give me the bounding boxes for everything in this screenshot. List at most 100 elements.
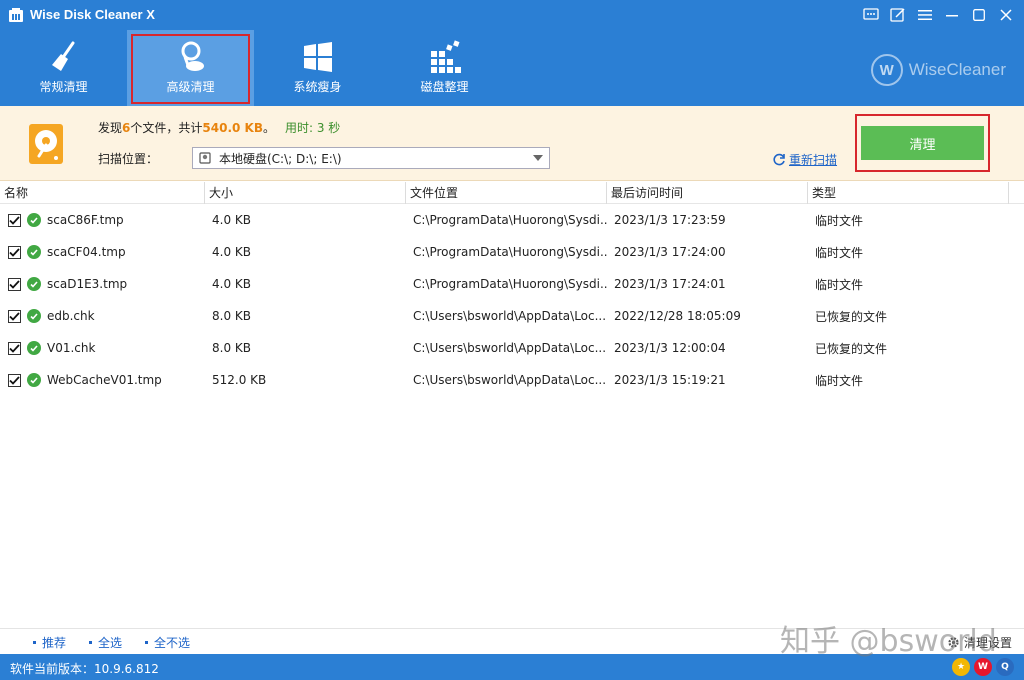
rescan-label: 重新扫描 — [789, 153, 838, 167]
scan-location-value: 本地硬盘(C:\; D:\; E:\) — [219, 151, 342, 166]
cell-name: scaD1E3.tmp — [0, 277, 205, 291]
window-controls — [861, 5, 1016, 25]
file-name: scaC86F.tmp — [47, 213, 124, 227]
file-location: C:\ProgramData\Huorong\Sysdi... — [413, 277, 607, 291]
file-name: edb.chk — [47, 309, 95, 323]
check-circle-icon — [27, 309, 41, 323]
row-checkbox[interactable] — [8, 373, 21, 387]
maximize-icon[interactable] — [969, 5, 989, 25]
recommend-link[interactable]: 推荐 — [33, 634, 66, 651]
scan-location-select[interactable]: 本地硬盘(C:\; D:\; E:\) — [192, 147, 550, 169]
windows-icon — [303, 42, 332, 72]
column-header-name[interactable]: 名称 — [0, 182, 205, 204]
file-size: 4.0 KB — [212, 213, 251, 227]
check-circle-icon — [27, 213, 41, 227]
tab-label: 高级清理 — [166, 80, 215, 94]
chevron-down-icon — [533, 155, 543, 161]
column-header-size[interactable]: 大小 — [205, 182, 406, 204]
table-row[interactable]: scaC86F.tmp 4.0 KB C:\ProgramData\Huoron… — [0, 204, 1024, 236]
clean-button-highlight: 清理 — [855, 114, 990, 172]
social-icons: ★ W Q — [952, 658, 1014, 676]
check-circle-icon — [27, 341, 41, 355]
recommend-label: 推荐 — [42, 636, 67, 650]
table-row[interactable]: WebCacheV01.tmp 512.0 KB C:\Users\bsworl… — [0, 364, 1024, 396]
file-type: 临时文件 — [815, 213, 864, 228]
check-circle-icon — [27, 277, 41, 291]
vacuum-icon — [181, 41, 204, 71]
file-accessed: 2023/1/3 17:24:01 — [614, 277, 726, 291]
file-name: V01.chk — [47, 341, 96, 355]
table-row[interactable]: scaD1E3.tmp 4.0 KB C:\ProgramData\Huoron… — [0, 268, 1024, 300]
tab-defrag[interactable]: 磁盘整理 — [381, 30, 508, 106]
time-used: 用时: 3 秒 — [285, 121, 341, 135]
check-circle-icon — [27, 373, 41, 387]
cell-name: edb.chk — [0, 309, 205, 323]
star-icon[interactable]: ★ — [952, 658, 970, 676]
cell-name: WebCacheV01.tmp — [0, 373, 205, 387]
app-title: Wise Disk Cleaner X — [30, 7, 155, 22]
tab-system-slim[interactable]: 系统瘦身 — [254, 30, 381, 106]
file-location: C:\Users\bsworld\AppData\Loc... — [413, 373, 607, 387]
cell-name: scaCF04.tmp — [0, 245, 205, 259]
files-text: 个文件，共计 — [130, 121, 203, 135]
clean-button[interactable]: 清理 — [861, 126, 984, 160]
file-type: 已恢复的文件 — [815, 309, 888, 324]
scan-summary-panel: 发现 6 个文件，共计 540.0 KB 。 用时: 3 秒 扫描位置： 本地硬… — [0, 106, 1024, 181]
found-prefix: 发现 — [98, 121, 123, 135]
file-name: WebCacheV01.tmp — [47, 373, 162, 387]
select-all-link[interactable]: 全选 — [89, 634, 122, 651]
row-checkbox[interactable] — [8, 213, 21, 227]
file-location: C:\Users\bsworld\AppData\Loc... — [413, 309, 607, 323]
close-icon[interactable] — [996, 5, 1016, 25]
file-type: 临时文件 — [815, 277, 864, 292]
app-logo-icon — [9, 8, 23, 22]
brand-name: WiseCleaner — [908, 60, 1006, 79]
tab-label: 系统瘦身 — [293, 80, 342, 94]
file-list: scaC86F.tmp 4.0 KB C:\ProgramData\Huoron… — [0, 204, 1024, 396]
total-size: 540.0 KB — [202, 121, 263, 135]
table-row[interactable]: scaCF04.tmp 4.0 KB C:\ProgramData\Huoron… — [0, 236, 1024, 268]
rescan-link[interactable]: 重新扫描 — [773, 151, 837, 168]
file-type: 已恢复的文件 — [815, 341, 888, 356]
file-size: 4.0 KB — [212, 277, 251, 291]
file-name: scaCF04.tmp — [47, 245, 126, 259]
tab-advanced-clean[interactable]: 高级清理 — [127, 30, 254, 106]
tab-standard-clean[interactable]: 常规清理 — [0, 30, 127, 106]
version-text: 软件当前版本：10.9.6.812 — [10, 662, 159, 676]
title-bar: Wise Disk Cleaner X — [0, 0, 1024, 30]
row-checkbox[interactable] — [8, 245, 21, 259]
column-header-location[interactable]: 文件位置 — [406, 182, 607, 204]
watermark: 知乎 @bsworld — [780, 624, 997, 659]
row-checkbox[interactable] — [8, 277, 21, 291]
column-header-accessed[interactable]: 最后访问时间 — [607, 182, 808, 204]
weibo-icon[interactable]: W — [974, 658, 992, 676]
check-circle-icon — [27, 245, 41, 259]
scan-result-text: 发现 6 个文件，共计 540.0 KB 。 用时: 3 秒 — [98, 119, 340, 136]
menu-icon[interactable] — [915, 5, 935, 25]
defrag-icon — [430, 40, 461, 73]
row-checkbox[interactable] — [8, 341, 21, 355]
hard-disk-icon — [29, 124, 63, 164]
file-accessed: 2023/1/3 17:24:00 — [614, 245, 726, 259]
row-checkbox[interactable] — [8, 309, 21, 323]
table-row[interactable]: edb.chk 8.0 KB C:\Users\bsworld\AppData\… — [0, 300, 1024, 332]
file-size: 8.0 KB — [212, 309, 251, 323]
file-count: 6 — [122, 121, 131, 135]
file-location: C:\Users\bsworld\AppData\Loc... — [413, 341, 607, 355]
select-none-link[interactable]: 全不选 — [145, 634, 190, 651]
file-type: 临时文件 — [815, 245, 864, 260]
feedback-icon[interactable] — [861, 5, 881, 25]
file-location: C:\ProgramData\Huorong\Sysdi... — [413, 213, 607, 227]
brand-logo: W WiseCleaner — [870, 54, 1006, 86]
minimize-icon[interactable] — [942, 5, 962, 25]
file-size: 512.0 KB — [212, 373, 267, 387]
cell-name: V01.chk — [0, 341, 205, 355]
qq-icon[interactable]: Q — [996, 658, 1014, 676]
edit-icon[interactable] — [888, 5, 908, 25]
drive-icon — [199, 152, 211, 164]
column-header-type[interactable]: 类型 — [808, 182, 1009, 204]
file-accessed: 2022/12/28 18:05:09 — [614, 309, 741, 323]
select-all-label: 全选 — [98, 636, 123, 650]
select-none-label: 全不选 — [154, 636, 191, 650]
table-row[interactable]: V01.chk 8.0 KB C:\Users\bsworld\AppData\… — [0, 332, 1024, 364]
